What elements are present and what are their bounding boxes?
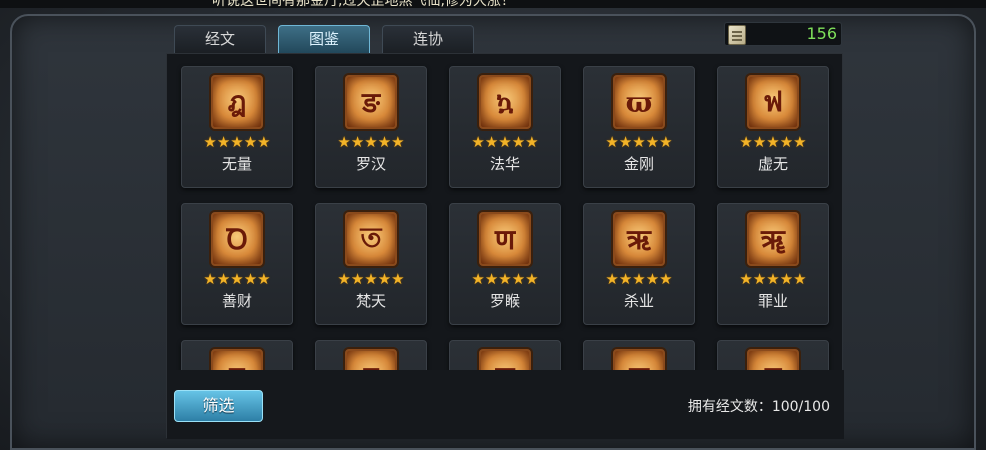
scripture-card[interactable]: ฟ ★★★★★ 虚无	[717, 66, 829, 188]
scripture-card[interactable]: ত ★★★★★ 梵天	[315, 203, 427, 325]
scripture-emblem-icon: ड	[211, 349, 263, 370]
scripture-emblem-icon: Ꝺ	[211, 212, 263, 266]
scripture-card[interactable]: Ꝺ ★★★★★ 善财	[181, 203, 293, 325]
scripture-card[interactable]: ऌ	[583, 340, 695, 370]
owned-label: 拥有经文数：	[687, 399, 772, 415]
star-rating: ★★★★★	[471, 270, 539, 288]
tab-codex[interactable]: 图鉴	[278, 25, 370, 53]
star-rating: ★★★★★	[337, 133, 405, 151]
scripture-emblem-icon: ल	[479, 349, 531, 370]
scripture-card[interactable]: ኳ ★★★★★ 法华	[449, 66, 561, 188]
star-rating: ★★★★★	[605, 133, 673, 151]
scroll-icon	[728, 25, 746, 45]
star-rating: ★★★★★	[739, 133, 807, 151]
scripture-emblem-icon: ण	[479, 212, 531, 266]
panel-footer: 筛选 拥有经文数：100/100	[167, 370, 844, 439]
scripture-emblem-icon: ऌ	[613, 349, 665, 370]
codex-panel: ฎ ★★★★★ 无量 ङ ★★★★★ 罗汉 ኳ ★★★★★ 法华 ϖ ★★★★★ 金刚 ฟ ★★★★★ 虚无…	[166, 53, 844, 439]
scripture-emblem-icon: ॠ	[747, 212, 799, 266]
star-rating: ★★★★★	[337, 270, 405, 288]
scripture-emblem-icon: ठ	[747, 349, 799, 370]
card-grid[interactable]: ฎ ★★★★★ 无量 ङ ★★★★★ 罗汉 ኳ ★★★★★ 法华 ϖ ★★★★★ 金刚 ฟ ★★★★★ 虚无…	[167, 54, 844, 370]
scripture-card[interactable]: ฎ ★★★★★ 无量	[181, 66, 293, 188]
scripture-name: 梵天	[355, 292, 386, 310]
star-rating: ★★★★★	[471, 133, 539, 151]
scripture-name: 法华	[489, 155, 520, 173]
scripture-name: 罗汉	[355, 155, 386, 173]
scripture-card[interactable]: ठ	[717, 340, 829, 370]
scripture-name: 罪业	[757, 292, 788, 310]
star-rating: ★★★★★	[203, 270, 271, 288]
scripture-name: 善财	[221, 292, 252, 310]
scripture-emblem-icon: ฟ	[747, 75, 799, 129]
scripture-emblem-icon: द	[345, 349, 397, 370]
star-rating: ★★★★★	[605, 270, 673, 288]
tab-scriptures[interactable]: 经文	[174, 25, 266, 53]
star-rating: ★★★★★	[739, 270, 807, 288]
scripture-emblem-icon: ኳ	[479, 75, 531, 129]
marquee-banner: 听说这世间有那金丹,过天罡地煞飞仙,修为大涨！	[0, 0, 986, 8]
scripture-emblem-icon: ङ	[345, 75, 397, 129]
scripture-card[interactable]: ϖ ★★★★★ 金刚	[583, 66, 695, 188]
tab-synergy[interactable]: 连协	[382, 25, 474, 53]
scripture-name: 金刚	[623, 155, 654, 173]
scripture-card[interactable]: द	[315, 340, 427, 370]
scripture-emblem-icon: ϖ	[613, 75, 665, 129]
owned-count-text: 拥有经文数：100/100	[688, 396, 830, 416]
scripture-card[interactable]: ड	[181, 340, 293, 370]
owned-count: 100/100	[771, 399, 830, 415]
scripture-emblem-icon: ত	[345, 212, 397, 266]
scripture-card[interactable]: ङ ★★★★★ 罗汉	[315, 66, 427, 188]
scripture-name: 罗睺	[489, 292, 520, 310]
marquee-text: 听说这世间有那金丹,过天罡地煞飞仙,修为大涨！	[212, 0, 515, 8]
scripture-card[interactable]: ॠ ★★★★★ 罪业	[717, 203, 829, 325]
scripture-emblem-icon: ऋ	[613, 212, 665, 266]
scripture-name: 杀业	[623, 292, 654, 310]
star-rating: ★★★★★	[203, 133, 271, 151]
scripture-name: 无量	[221, 155, 252, 173]
currency-display: 156	[724, 22, 842, 46]
scripture-card[interactable]: ल	[449, 340, 561, 370]
filter-button[interactable]: 筛选	[174, 390, 263, 422]
scripture-card[interactable]: ण ★★★★★ 罗睺	[449, 203, 561, 325]
scripture-name: 虚无	[757, 155, 788, 173]
scripture-card[interactable]: ऋ ★★★★★ 杀业	[583, 203, 695, 325]
scripture-emblem-icon: ฎ	[211, 75, 263, 129]
currency-amount: 156	[806, 24, 837, 43]
